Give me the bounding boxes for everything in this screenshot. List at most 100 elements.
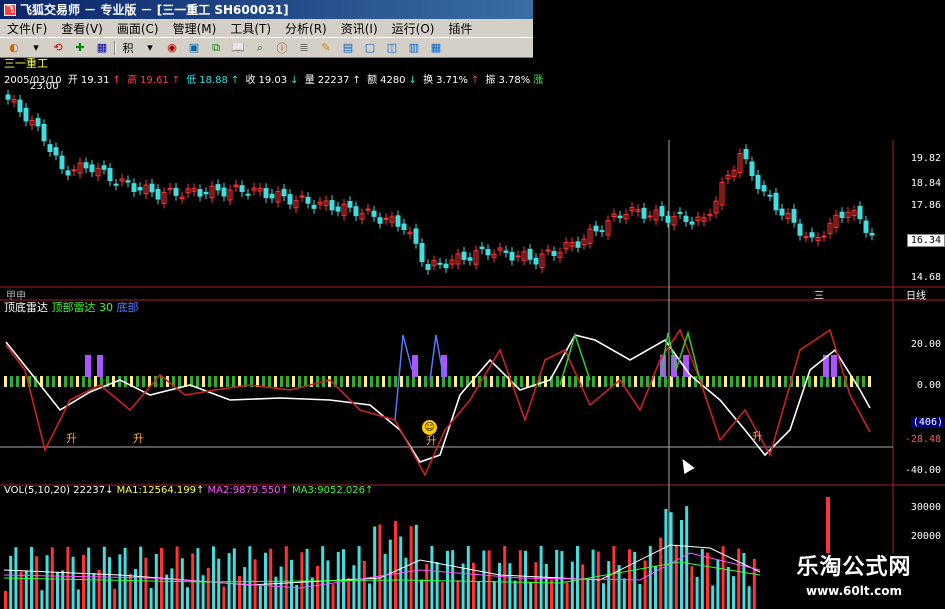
indicator-bar: [682, 376, 685, 387]
volume-bar: [737, 548, 741, 609]
smiley-icon: ☺: [422, 420, 437, 435]
indicator-axis-tick: -40.00: [904, 465, 941, 476]
volume-ma2: MA2:9879.550: [207, 485, 281, 496]
volume-bar: [508, 563, 512, 609]
indicator-bar: [796, 376, 799, 387]
candle-body: [779, 208, 785, 216]
volume-bar: [622, 578, 626, 609]
indicator-bar: [556, 376, 559, 387]
price-axis-tick: 17.86: [910, 200, 941, 211]
volume-bar: [71, 556, 75, 609]
candle-body: [419, 243, 425, 263]
volume-bar: [555, 549, 559, 609]
period-label[interactable]: 日线: [906, 287, 926, 302]
volume-bar: [420, 579, 423, 609]
volume-bar: [752, 558, 756, 609]
volume-bar: [529, 581, 533, 609]
candle-body: [329, 200, 335, 211]
indicator-title: 顶底雷达 顶部雷达 30 底部: [4, 299, 139, 315]
candle-body: [215, 184, 221, 191]
candle-body: [311, 204, 317, 209]
volume-bar: [342, 549, 345, 609]
signal-marker: [412, 355, 418, 377]
candle-body: [107, 168, 113, 182]
open-value: 19.31: [80, 75, 110, 86]
signal-marker: [831, 355, 837, 377]
indicator-bar: [298, 376, 301, 387]
candle-body: [5, 94, 11, 100]
indicator-bar: [238, 376, 241, 387]
candle-body: [47, 144, 53, 153]
volume-axis-tick: 30000: [910, 502, 941, 513]
volume-bar: [248, 546, 252, 609]
volume-bar: [560, 551, 564, 609]
candle-body: [245, 193, 251, 196]
candle-body: [155, 188, 161, 200]
candle-body: [551, 251, 557, 256]
indicator-bar: [394, 376, 397, 387]
volume-bar: [747, 586, 751, 609]
candle-body: [749, 161, 755, 176]
indicator-bar: [736, 376, 739, 387]
indicator-bar: [346, 376, 349, 387]
volume-bar: [440, 581, 444, 609]
volume-bar: [290, 559, 293, 609]
volume-bar: [492, 581, 496, 609]
amount-label: 额: [367, 75, 378, 86]
indicator-bar: [358, 376, 361, 387]
volume-bar: [279, 566, 283, 609]
indicator-bar: [70, 376, 73, 387]
candle-body: [299, 195, 305, 198]
indicator-bar: [226, 376, 229, 387]
volume-bar: [113, 588, 117, 609]
candle-body: [593, 225, 599, 232]
indicator-bar: [604, 376, 607, 387]
price-axis-tick: 19.82: [910, 153, 941, 164]
candle-body: [113, 183, 119, 186]
indicator-bar: [454, 376, 457, 387]
indicator-bar: [712, 376, 715, 387]
turnover-label: 换: [423, 75, 434, 86]
candle-body: [761, 185, 767, 192]
indicator-bar: [832, 376, 835, 387]
indicator-bar: [592, 376, 595, 387]
volume-bar: [9, 555, 13, 609]
volume-bar: [690, 566, 694, 609]
candle-body: [269, 193, 275, 199]
candle-body: [767, 194, 773, 197]
candle-body: [503, 250, 509, 253]
candle-body: [617, 215, 623, 219]
indicator-bar: [178, 376, 181, 387]
volume-bar: [581, 564, 585, 609]
volume-bar: [45, 555, 49, 609]
high-label: 高: [127, 75, 138, 86]
indicator-bar: [646, 376, 649, 387]
volume-axis-tick: 20000: [910, 531, 941, 542]
tab-right-top[interactable]: 三: [814, 287, 824, 302]
volume-bar: [123, 547, 127, 609]
stock-chart[interactable]: [0, 0, 945, 609]
indicator-bar: [634, 376, 637, 387]
volume-bar: [394, 521, 397, 609]
indicator-bar: [766, 376, 769, 387]
volume-bar: [175, 546, 179, 609]
volume-bar: [149, 587, 153, 609]
volume-bar: [466, 546, 470, 609]
low-label: 低: [186, 75, 197, 86]
volume-bar: [144, 557, 148, 609]
indicator-bar: [286, 376, 289, 387]
candle-body: [17, 99, 23, 113]
volume-bar: [352, 565, 356, 609]
candle-body: [65, 170, 71, 176]
indicator-param-value: 30: [99, 301, 113, 314]
volume-bar: [326, 560, 330, 609]
indicator-bar: [364, 376, 367, 387]
volume-bar: [414, 524, 418, 609]
close-label: 收: [245, 75, 256, 86]
candle-body: [665, 215, 671, 223]
watermark-logo: 乐淘公式网 www.60lt.com: [763, 553, 945, 609]
candle-body: [599, 230, 605, 233]
indicator-bar: [628, 376, 631, 387]
volume-bar: [24, 571, 28, 609]
close-value: 19.03: [258, 75, 288, 86]
